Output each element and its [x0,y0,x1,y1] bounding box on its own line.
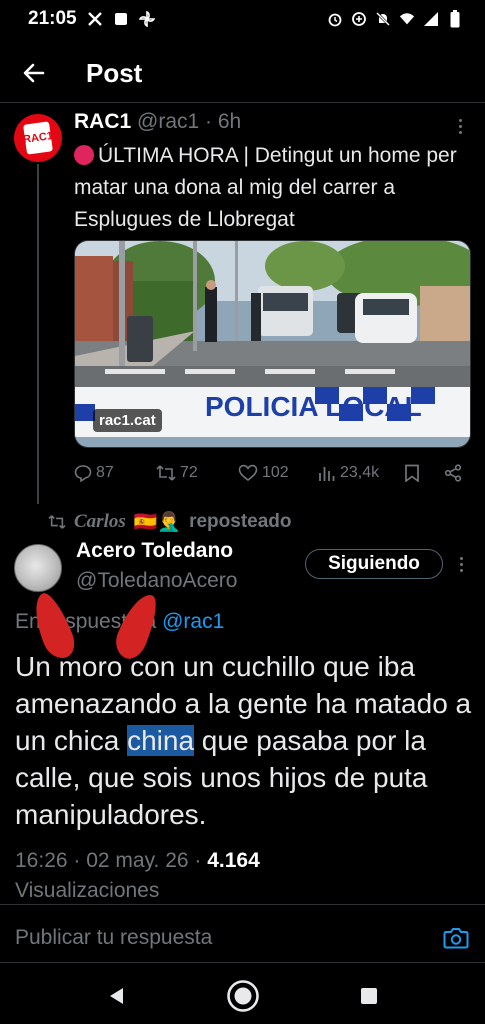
like-count: 102 [262,464,289,481]
red-circle-icon [74,145,94,165]
views-count: 23,4k [340,464,380,481]
following-button[interactable]: Siguiendo [305,549,443,579]
post-author-line: RAC1 @rac1 · 6h [74,110,241,134]
share-action[interactable] [444,464,468,482]
repost-small-icon [48,515,66,529]
status-system-icons [327,10,463,28]
share-icon [444,464,462,482]
square-notification-icon [113,11,129,27]
reply-count: 87 [96,464,114,481]
repost-icon [156,465,176,481]
alarm-icon [327,11,343,27]
page-title: Post [86,57,143,88]
mute-icon [375,11,391,27]
reply-input[interactable] [15,926,415,950]
like-action[interactable]: 102 [238,464,318,482]
post-author-name[interactable]: RAC1 [74,110,131,133]
svg-text:POLICIA LOCAL: POLICIA LOCAL [205,391,422,422]
reply-author-name[interactable]: Acero Toledano [76,539,233,563]
repost-action[interactable]: 72 [156,464,238,482]
views-action[interactable]: 23,4k [318,464,404,482]
nav-recents-button[interactable] [351,978,387,1014]
reply-composer [15,920,470,956]
post-timestamp[interactable]: 16:26 · 02 may. 26 · [15,849,207,872]
highlighted-word: china [127,725,195,756]
divider [0,904,485,905]
post-action-bar: 87 72 102 23,4k [74,460,469,486]
image-source-tag: rac1.cat [93,409,162,432]
x-logo-icon [87,11,103,27]
arrow-left-icon [23,63,45,83]
reposter-emojis: 🇪🇸🤦‍♂️ [133,512,182,533]
divider [0,962,485,963]
pinwheel-icon [138,11,155,27]
wifi-icon [399,11,415,27]
reply-text: Un moro con un cuchillo que iba amenazan… [15,651,472,830]
heart-icon [238,464,258,482]
post-text: ÚLTIMA HORA | Detingut un home per matar… [74,144,457,231]
status-time: 21:05 [28,8,77,29]
battery-icon [447,10,463,28]
top-header: Post [0,48,485,98]
reply-more-options-icon[interactable] [451,552,471,576]
rac1-logo: RAC1 [22,121,54,155]
camera-icon[interactable] [442,924,470,952]
status-bar: 21:05 [0,0,485,38]
bookmark-icon [405,464,419,482]
data-saver-icon [351,11,367,27]
triangle-back-icon [109,988,123,1004]
reply-author-handle[interactable]: @ToledanoAcero [76,569,237,593]
post-views-count: 4.164 [207,849,260,872]
system-nav-bar [0,968,485,1024]
nav-home-button[interactable] [225,978,261,1014]
divider [0,102,485,103]
reply-to-mention[interactable]: @rac1 [162,610,224,633]
rac1-avatar[interactable]: RAC1 [14,114,62,162]
repost-indicator: Carlos 🇪🇸🤦‍♂️ reposteado [48,510,292,534]
post-author-handle-time[interactable]: @rac1 · 6h [137,110,241,133]
bookmark-action[interactable] [404,464,444,482]
repost-label: reposteado [189,511,292,532]
post-meta: 16:26 · 02 may. 26 · 4.164 Visualizacion… [15,846,475,906]
more-options-icon[interactable] [450,114,470,138]
post-views-label: Visualizaciones [15,879,160,902]
nav-back-button[interactable] [99,978,135,1014]
acero-avatar[interactable] [14,544,62,592]
signal-icon [423,11,439,27]
reply-icon [74,465,92,482]
status-notification-icons [87,11,155,27]
square-recents-icon [360,988,377,1004]
post-image[interactable]: POLICIA LOCAL rac1.cat [74,240,471,448]
views-icon [319,467,335,481]
reposter-name[interactable]: Carlos [74,511,126,533]
thread-connector-line [37,164,39,504]
reply-action[interactable]: 87 [74,464,156,482]
circle-home-icon [226,980,259,1012]
repost-count: 72 [180,464,198,481]
back-button[interactable] [14,53,54,93]
